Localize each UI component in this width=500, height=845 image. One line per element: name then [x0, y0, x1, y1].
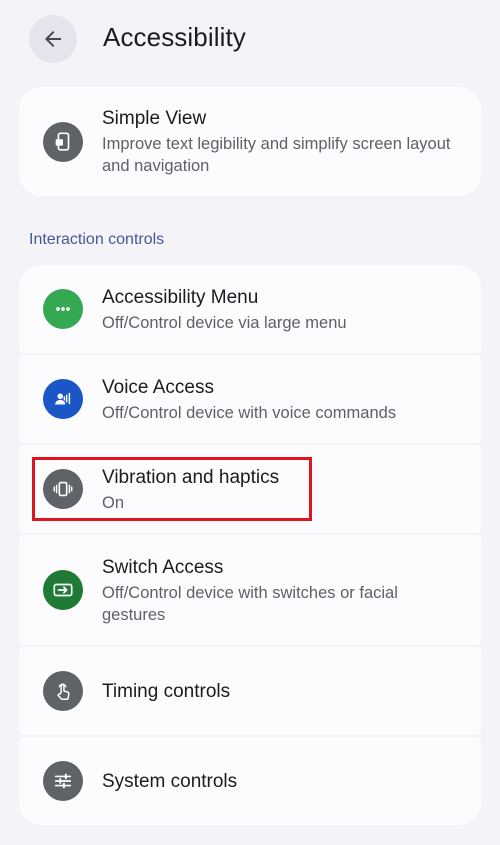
more-dots-icon	[43, 289, 83, 329]
sliders-icon	[43, 761, 83, 801]
system-controls-item[interactable]: System controls	[19, 737, 481, 825]
switch-access-icon	[43, 570, 83, 610]
accessibility-menu-title: Accessibility Menu	[102, 287, 259, 308]
system-controls-title: System controls	[102, 771, 238, 792]
simple-view-item[interactable]: Simple View Improve text legibility and …	[19, 87, 481, 196]
simple-view-subtitle: Improve text legibility and simplify scr…	[102, 135, 451, 175]
section-header-interaction-controls: Interaction controls	[29, 231, 165, 248]
voice-access-subtitle: Off/Control device with voice commands	[102, 404, 397, 422]
page-title: Accessibility	[103, 22, 246, 52]
simple-view-icon	[43, 122, 83, 162]
voice-access-item[interactable]: Voice Access Off/Control device with voi…	[19, 355, 481, 443]
switch-access-subtitle: Off/Control device with switches or faci…	[102, 584, 398, 624]
back-button[interactable]	[29, 15, 77, 63]
simple-view-title: Simple View	[102, 108, 207, 129]
timing-controls-item[interactable]: Timing controls	[19, 647, 481, 735]
voice-access-icon	[43, 379, 83, 419]
switch-access-title: Switch Access	[102, 557, 224, 578]
accessibility-menu-subtitle: Off/Control device via large menu	[102, 314, 347, 332]
arrow-back-icon	[45, 31, 61, 47]
switch-access-item[interactable]: Switch Access Off/Control device with sw…	[19, 535, 481, 645]
voice-access-title: Voice Access	[102, 377, 214, 398]
touch-timer-icon	[43, 671, 83, 711]
highlight-box	[32, 457, 312, 521]
top-app-bar: Accessibility	[0, 0, 500, 80]
timing-controls-title: Timing controls	[102, 681, 231, 702]
accessibility-menu-item[interactable]: Accessibility Menu Off/Control device vi…	[19, 265, 481, 353]
